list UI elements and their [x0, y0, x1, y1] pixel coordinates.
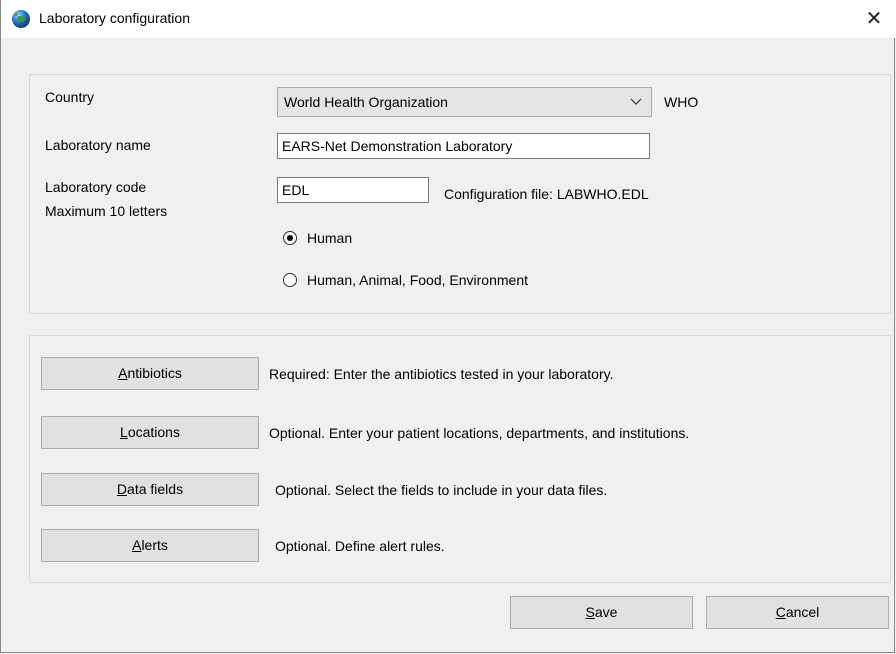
country-label: Country	[45, 89, 95, 105]
lab-code-value: EDL	[282, 182, 310, 198]
alerts-description: Optional. Define alert rules.	[275, 538, 445, 554]
country-select[interactable]: World Health Organization	[277, 87, 652, 117]
antibiotics-mnemonic: A	[118, 365, 128, 381]
lab-name-value: EARS-Net Demonstration Laboratory	[282, 138, 513, 154]
radio-human-animal-food-environment[interactable]	[283, 273, 297, 287]
locations-button[interactable]: Locations	[41, 416, 259, 449]
lab-code-field[interactable]: EDL	[277, 177, 429, 203]
chevron-down-icon	[630, 98, 642, 105]
radio-human[interactable]	[283, 231, 297, 245]
locations-button-label: ocations	[127, 424, 180, 440]
antibiotics-button-label: ntibiotics	[127, 365, 182, 381]
cancel-mnemonic: C	[775, 604, 786, 620]
antibiotics-button[interactable]: Antibiotics	[41, 357, 259, 390]
title-bar: Laboratory configuration ✕	[1, 0, 896, 38]
window-title: Laboratory configuration	[39, 10, 190, 26]
radio-human-animal-food-environment-label[interactable]: Human, Animal, Food, Environment	[307, 272, 528, 288]
cancel-button[interactable]: Cancel	[706, 596, 889, 629]
country-code: WHO	[664, 94, 699, 110]
antibiotics-description: Required: Enter the antibiotics tested i…	[269, 366, 614, 382]
lab-code-hint: Maximum 10 letters	[45, 203, 168, 219]
lab-code-label: Laboratory code	[45, 179, 147, 195]
config-file-label: Configuration file: LABWHO.EDL	[444, 186, 649, 202]
save-button-label: ave	[594, 604, 618, 620]
alerts-button-label: lerts	[141, 537, 168, 553]
alerts-mnemonic: A	[132, 537, 142, 553]
save-button[interactable]: Save	[510, 596, 693, 629]
country-select-value: World Health Organization	[284, 94, 448, 110]
locations-mnemonic: L	[120, 424, 128, 440]
radio-human-label[interactable]: Human	[307, 230, 352, 246]
data-fields-mnemonic: D	[116, 481, 128, 497]
globe-icon	[12, 10, 30, 28]
dialog-window: Laboratory configuration ✕ Country World…	[0, 0, 896, 653]
cancel-button-label: ancel	[785, 604, 820, 620]
close-button[interactable]: ✕	[851, 0, 896, 38]
save-mnemonic: S	[585, 604, 595, 620]
data-fields-button[interactable]: Data fields	[41, 473, 259, 506]
alerts-button[interactable]: Alerts	[41, 529, 259, 562]
data-fields-button-label: ata fields	[127, 481, 184, 497]
data-fields-description: Optional. Select the fields to include i…	[275, 482, 608, 498]
lab-name-field[interactable]: EARS-Net Demonstration Laboratory	[277, 133, 650, 159]
lab-name-label: Laboratory name	[45, 137, 151, 153]
locations-description: Optional. Enter your patient locations, …	[269, 425, 690, 441]
